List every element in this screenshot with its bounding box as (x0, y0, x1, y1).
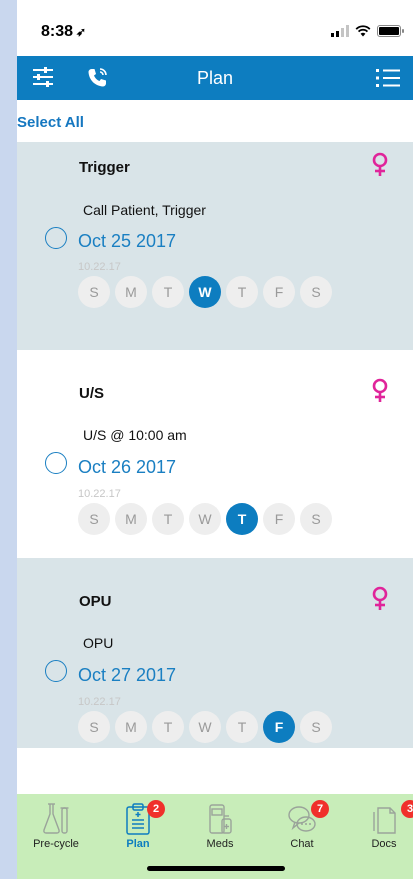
documents-icon (373, 807, 396, 834)
battery-icon (377, 25, 404, 37)
weekday-row: S M T W T F S (78, 503, 332, 535)
female-icon (372, 152, 388, 176)
card-subdate: 10.22.17 (78, 261, 121, 273)
location-arrow-icon: ➶ (76, 25, 87, 39)
select-radio[interactable] (45, 660, 67, 682)
day-friday: F (263, 711, 295, 743)
card-subdate: 10.22.17 (78, 696, 121, 708)
day-sunday: S (78, 503, 110, 535)
day-sunday: S (78, 276, 110, 308)
tab-pre-cycle[interactable]: Pre-cycle (21, 802, 91, 850)
day-monday: M (115, 711, 147, 743)
day-saturday: S (300, 276, 332, 308)
day-wednesday: W (189, 503, 221, 535)
day-saturday: S (300, 711, 332, 743)
day-friday: F (263, 503, 295, 535)
nav-bar: Plan (17, 56, 413, 100)
day-thursday: T (226, 503, 258, 535)
day-wednesday: W (189, 276, 221, 308)
weekday-row: S M T W T F S (78, 276, 332, 308)
day-tuesday: T (152, 276, 184, 308)
day-monday: M (115, 503, 147, 535)
day-tuesday: T (152, 503, 184, 535)
day-tuesday: T (152, 711, 184, 743)
tab-label: Chat (290, 838, 314, 850)
flask-icon (43, 803, 69, 834)
female-icon (372, 378, 388, 402)
status-icons (331, 25, 404, 37)
card-title: Trigger (79, 159, 130, 176)
day-monday: M (115, 276, 147, 308)
card-description: OPU (83, 635, 114, 651)
page-title: Plan (196, 68, 234, 88)
wifi-icon (355, 25, 371, 37)
plan-card-opu[interactable]: OPU OPU Oct 27 2017 10.22.17 S M T W T F… (17, 558, 413, 748)
female-icon (372, 586, 388, 610)
tab-bar: Pre-cycle 2 Plan Meds 7 Chat 3 Docs (17, 794, 413, 879)
status-time: 8:38 ➶ (41, 23, 86, 41)
card-description: U/S @ 10:00 am (83, 427, 187, 443)
card-title: OPU (79, 593, 112, 610)
list-icon[interactable] (375, 66, 401, 90)
weekday-row: S M T W T F S (78, 711, 332, 743)
plan-card-trigger[interactable]: Trigger Call Patient, Trigger Oct 25 201… (17, 142, 413, 350)
plan-badge: 2 (147, 800, 165, 818)
card-title: U/S (79, 385, 105, 402)
tab-label: Meds (206, 838, 234, 850)
tab-meds[interactable]: Meds (185, 802, 255, 850)
status-bar: 8:38 ➶ (17, 0, 413, 56)
tab-label: Docs (371, 838, 397, 850)
tab-label: Plan (126, 838, 150, 850)
home-indicator[interactable] (147, 866, 285, 871)
clock-text: 8:38 (41, 23, 74, 40)
select-radio[interactable] (45, 452, 67, 474)
day-thursday: T (226, 276, 258, 308)
tab-label: Pre-cycle (33, 838, 79, 850)
day-thursday: T (226, 711, 258, 743)
chat-badge: 7 (311, 800, 329, 818)
tab-chat[interactable]: 7 Chat (267, 800, 337, 850)
plan-list: Trigger Call Patient, Trigger Oct 25 201… (17, 142, 413, 748)
tab-docs[interactable]: 3 Docs (349, 800, 413, 850)
select-all-button[interactable]: Select All (17, 100, 413, 142)
day-friday: F (263, 276, 295, 308)
phone-screen: 8:38 ➶ Plan Select All Trigger Call Pati… (17, 0, 413, 879)
card-subdate: 10.22.17 (78, 488, 121, 500)
tab-plan[interactable]: 2 Plan (103, 800, 173, 850)
medication-icon (209, 804, 232, 834)
card-date: Oct 27 2017 (78, 665, 177, 685)
day-sunday: S (78, 711, 110, 743)
signal-icon (331, 25, 349, 37)
card-date: Oct 26 2017 (78, 457, 177, 477)
docs-badge: 3 (401, 800, 413, 818)
select-radio[interactable] (45, 227, 67, 249)
plan-card-us[interactable]: U/S U/S @ 10:00 am Oct 26 2017 10.22.17 … (17, 350, 413, 558)
day-wednesday: W (189, 711, 221, 743)
card-date: Oct 25 2017 (78, 231, 177, 251)
card-description: Call Patient, Trigger (83, 202, 206, 218)
day-saturday: S (300, 503, 332, 535)
